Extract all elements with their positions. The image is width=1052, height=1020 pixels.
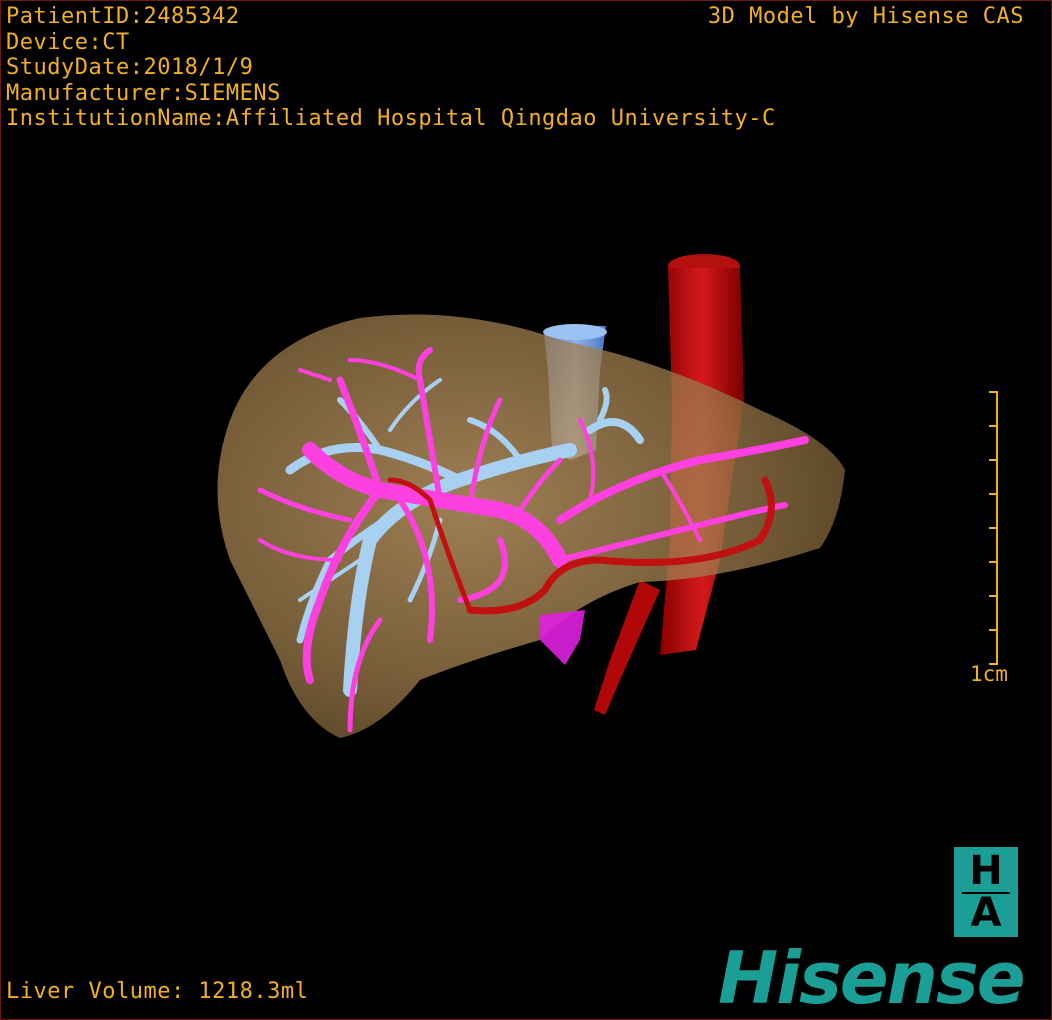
ha-logo-a: A [970,890,1002,936]
hisense-logo: Hisense [718,936,1026,1020]
scale-bar [989,391,998,665]
liver-volume-text: Liver Volume: 1218.3ml [6,979,309,1004]
ha-logo-badge: H A [954,847,1018,937]
ha-logo-h: H [969,848,1003,894]
portal-confluence [540,610,585,665]
scale-bar-label: 1cm [970,662,1008,686]
liver-3d-model-viewport[interactable] [0,0,1052,1020]
